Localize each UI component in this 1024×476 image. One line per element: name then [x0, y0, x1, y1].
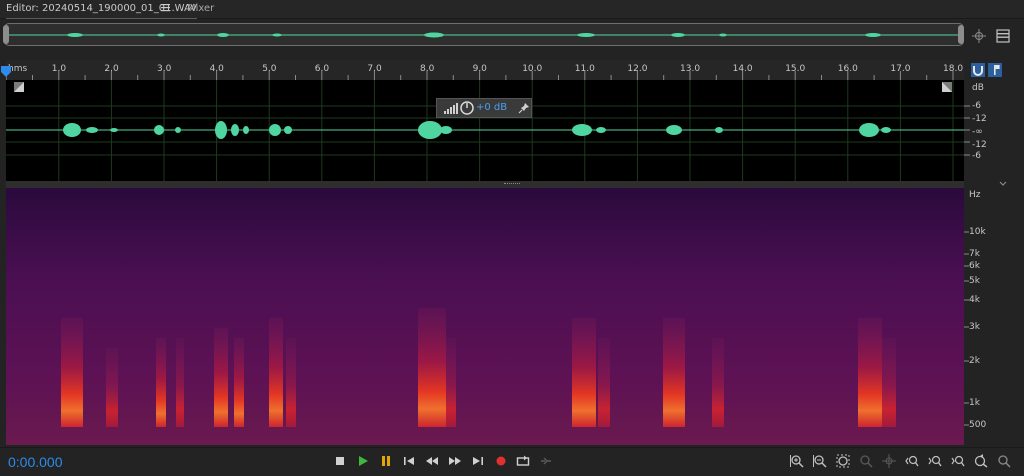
spectral-energy-region: [712, 338, 724, 427]
spectral-energy-region: [156, 338, 166, 427]
pin-icon[interactable]: [518, 102, 530, 114]
overview-waveform: [9, 32, 959, 38]
panel-toggle-icon[interactable]: [996, 29, 1010, 43]
zoom-in-amplitude-icon[interactable]: [790, 454, 804, 468]
fast-forward-button[interactable]: [448, 454, 462, 468]
snap-magnet-icon[interactable]: [971, 63, 985, 77]
spectral-energy-region: [663, 318, 685, 427]
spectral-energy-region: [418, 308, 446, 427]
spectral-energy-region: [598, 338, 610, 427]
spectral-energy-region: [572, 318, 596, 427]
signal-bars-icon: [444, 103, 458, 114]
ruler-tick-label: 12.0: [627, 64, 648, 74]
skip-to-start-button[interactable]: [402, 454, 416, 468]
zoom-reset-disabled-icon: [882, 454, 896, 468]
hz-ruler-ticks: [964, 231, 969, 426]
ruler-tick-label: 8.0: [420, 64, 435, 74]
hamburger-icon[interactable]: [161, 3, 170, 12]
db-scale-label: -∞: [972, 127, 983, 137]
waveform-view[interactable]: [6, 80, 964, 181]
overview-right-handle[interactable]: [958, 25, 964, 44]
stop-button[interactable]: [333, 454, 347, 468]
spectral-energy-region: [61, 318, 83, 427]
rewind-button[interactable]: [425, 454, 439, 468]
db-scale-label: -6: [972, 151, 981, 161]
tab-mixer[interactable]: Mixer: [187, 0, 214, 18]
marker-flag-icon[interactable]: [988, 63, 1002, 77]
zoom-out-amplitude-icon[interactable]: [813, 454, 827, 468]
view-splitter[interactable]: [6, 181, 964, 188]
spectral-energy-region: [269, 318, 283, 427]
ruler-tick-label: 18.0: [943, 64, 964, 74]
ruler-tick-label: 1.0: [51, 64, 67, 74]
zoom-in-right-icon[interactable]: [928, 454, 942, 468]
ruler-tick-label: 9.0: [472, 64, 487, 74]
zoom-full-time-icon[interactable]: [997, 454, 1011, 468]
zoom-out-time-icon[interactable]: [974, 454, 988, 468]
spectrogram-canvas: [6, 188, 964, 445]
spectral-energy-region: [882, 338, 896, 427]
db-scale-label: dB: [972, 83, 984, 93]
spectral-energy-region: [234, 338, 244, 427]
record-button[interactable]: [494, 454, 508, 468]
db-scale-label: -6: [972, 101, 981, 111]
ruler-tick-label: 11.0: [574, 64, 595, 74]
zoom-in-left-icon[interactable]: [905, 454, 919, 468]
zoom-to-selection-icon[interactable]: [836, 454, 850, 468]
spectral-energy-region: [858, 318, 882, 427]
ruler-tick-label: 3.0: [157, 64, 172, 74]
pause-button[interactable]: [379, 454, 393, 468]
hud-db-value[interactable]: +0 dB: [476, 102, 507, 113]
ruler-tick-label: 14.0: [732, 64, 753, 74]
skip-selection-button[interactable]: [539, 454, 553, 468]
timecode-display[interactable]: 0:00.000: [8, 454, 63, 470]
overview-navigator[interactable]: [4, 23, 964, 46]
spectral-energy-region: [176, 338, 184, 427]
ruler-tick-label: 7.0: [367, 64, 382, 74]
ruler-tick-label: 13.0: [680, 64, 701, 74]
chevron-down-icon[interactable]: [998, 180, 1008, 188]
overview-left-handle[interactable]: [3, 25, 9, 44]
spectral-energy-region: [214, 328, 228, 427]
volume-knob-icon[interactable]: [460, 101, 474, 115]
playhead-marker-icon[interactable]: [0, 66, 12, 78]
spectral-energy-region: [446, 338, 456, 427]
ruler-tick-label: 17.0: [890, 64, 911, 74]
spectral-energy-region: [106, 348, 118, 427]
zoom-out-full-disabled-icon: [860, 455, 873, 468]
ruler-tick-label: 16.0: [837, 64, 858, 74]
db-scale-label: -12: [972, 114, 987, 124]
ruler-tick-label: 4.0: [209, 64, 224, 74]
spectral-frequency-display[interactable]: [6, 188, 964, 445]
zoom-in-time-icon[interactable]: [951, 454, 965, 468]
play-button[interactable]: [356, 454, 370, 468]
loop-playback-button[interactable]: [516, 454, 530, 468]
crosshair-move-icon[interactable]: [972, 29, 986, 43]
db-scale-label: -12: [972, 140, 987, 150]
ruler-tick-label: 6.0: [314, 64, 330, 74]
waveform-canvas: [6, 80, 964, 181]
ruler-tick-label: 5.0: [262, 64, 277, 74]
ruler-tick-label: 2.0: [104, 64, 119, 74]
ruler-tick-label: 15.0: [785, 64, 806, 74]
skip-to-end-button[interactable]: [471, 454, 485, 468]
ruler-tick-label: 10.0: [522, 64, 543, 74]
spectral-energy-region: [286, 338, 296, 427]
